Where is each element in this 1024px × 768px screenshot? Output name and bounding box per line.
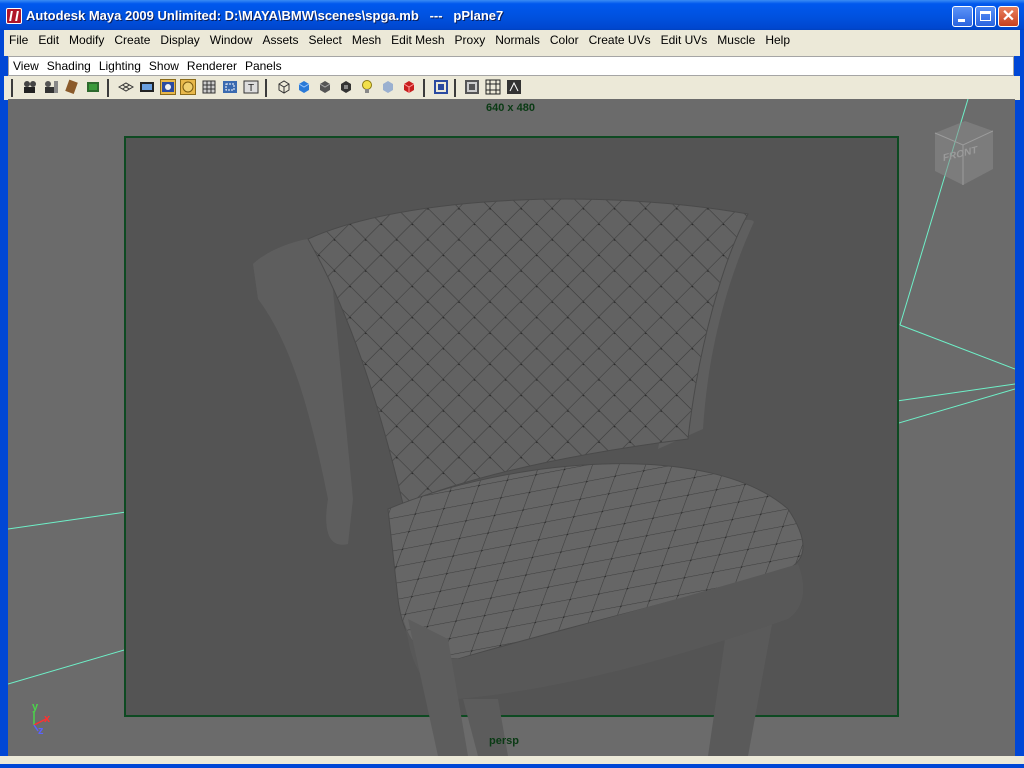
menu-modify[interactable]: Modify [64, 30, 109, 50]
title-bar[interactable]: Autodesk Maya 2009 Unlimited: D:\MAYA\BM… [0, 0, 1024, 32]
close-icon: ✕ [1001, 8, 1016, 25]
menu-proxy[interactable]: Proxy [450, 30, 491, 50]
resolution-gate-icon[interactable] [160, 79, 176, 95]
menu-mesh[interactable]: Mesh [347, 30, 386, 50]
panel-menubar: View Shading Lighting Show Renderer Pane… [8, 56, 1014, 76]
minimize-button[interactable] [952, 6, 973, 27]
maya-window: Autodesk Maya 2009 Unlimited: D:\MAYA\BM… [0, 0, 1024, 768]
toolbar-separator [265, 79, 267, 97]
film-gate-icon[interactable] [139, 79, 155, 95]
menu-normals[interactable]: Normals [490, 30, 545, 50]
axis-x-label: x [44, 713, 51, 725]
axis-gizmo: y x z [26, 701, 66, 741]
window-border-bottom [0, 764, 1024, 768]
flat-shade-icon[interactable] [317, 79, 333, 95]
textured-icon[interactable] [380, 79, 396, 95]
menu-display[interactable]: Display [155, 30, 204, 50]
panel-menu-renderer[interactable]: Renderer [183, 57, 241, 76]
isolate-select-icon[interactable] [433, 79, 449, 95]
menu-muscle[interactable]: Muscle [712, 30, 760, 50]
panel-toolbar: T [4, 76, 1020, 100]
panel-menu-lighting[interactable]: Lighting [95, 57, 145, 76]
camera-icon[interactable] [22, 79, 38, 95]
menu-select[interactable]: Select [303, 30, 346, 50]
safe-action-icon[interactable] [222, 79, 238, 95]
image-plane-icon[interactable] [85, 79, 101, 95]
maximize-button[interactable] [975, 6, 996, 27]
grid-icon[interactable] [118, 79, 134, 95]
perspective-viewport[interactable]: 640 x 480 persp FRONT y x z [8, 99, 1015, 756]
close-button[interactable]: ✕ [998, 6, 1019, 27]
view-cube[interactable]: FRONT [931, 119, 993, 189]
menu-file[interactable]: File [4, 30, 33, 50]
menu-assets[interactable]: Assets [257, 30, 303, 50]
maya-app-icon[interactable] [6, 8, 22, 24]
panel-menu-shading[interactable]: Shading [43, 57, 95, 76]
window-frame-right [1020, 30, 1024, 768]
menu-create-uvs[interactable]: Create UVs [584, 30, 656, 50]
menu-window[interactable]: Window [205, 30, 258, 50]
axis-y-label: y [32, 701, 39, 713]
toolbar-separator [423, 79, 425, 97]
field-chart-icon[interactable] [201, 79, 217, 95]
minimize-icon [958, 19, 965, 22]
toolbar-separator [11, 79, 13, 97]
backface-icon[interactable] [506, 79, 522, 95]
light-icon[interactable] [359, 79, 375, 95]
smooth-shade-icon[interactable] [296, 79, 312, 95]
panel-menu-panels[interactable]: Panels [241, 57, 286, 76]
camera-label: persp [489, 735, 519, 747]
menu-create[interactable]: Create [109, 30, 155, 50]
camera-attributes-icon[interactable] [43, 79, 59, 95]
xray-joints-icon[interactable] [485, 79, 501, 95]
panel-menu-show[interactable]: Show [145, 57, 183, 76]
menu-help[interactable]: Help [760, 30, 795, 50]
gate-mask-icon[interactable] [180, 79, 196, 95]
bounding-box-icon[interactable] [338, 79, 354, 95]
svg-text:T: T [248, 83, 254, 94]
menu-edit-mesh[interactable]: Edit Mesh [386, 30, 449, 50]
xray-icon[interactable] [464, 79, 480, 95]
resolution-label: 640 x 480 [486, 102, 535, 114]
toolbar-separator [107, 79, 109, 97]
menu-color[interactable]: Color [545, 30, 584, 50]
bookmark-icon[interactable] [64, 79, 80, 95]
menu-edit-uvs[interactable]: Edit UVs [656, 30, 713, 50]
safe-title-icon[interactable]: T [243, 79, 259, 95]
shadows-icon[interactable] [401, 79, 417, 95]
wireframe-icon[interactable] [276, 79, 292, 95]
window-title: Autodesk Maya 2009 Unlimited: D:\MAYA\BM… [26, 8, 504, 23]
window-frame-left [0, 30, 4, 768]
axis-z-label: z [38, 725, 44, 737]
main-menubar: File Edit Modify Create Display Window A… [4, 30, 1020, 50]
menu-edit[interactable]: Edit [33, 30, 64, 50]
maximize-icon [980, 11, 991, 21]
toolbar-separator [454, 79, 456, 97]
chair-model[interactable] [8, 99, 1015, 756]
panel-menu-view[interactable]: View [9, 57, 43, 76]
